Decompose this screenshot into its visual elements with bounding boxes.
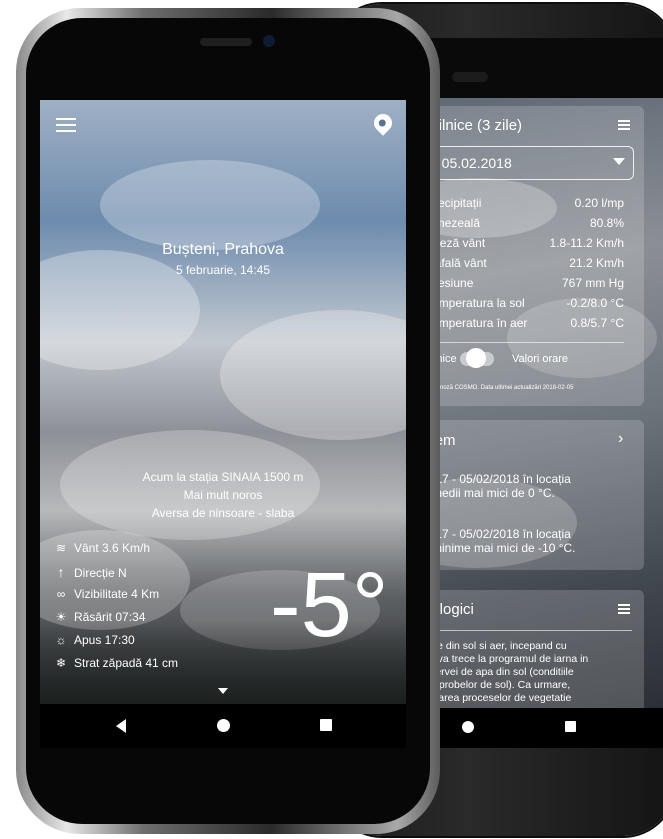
menu-icon[interactable] [56, 118, 76, 132]
recents-button[interactable] [320, 719, 332, 731]
forecast-row: Precipitații 0.20 l/mp [412, 196, 624, 216]
recents-button[interactable] [565, 721, 576, 732]
forecast-row: Temperatura în aer 0.8/5.7 °C [412, 316, 624, 336]
list-icon[interactable] [618, 604, 630, 615]
extreme-paragraph-1: 1/2017 - 05/02/2018 în locația turi medi… [412, 472, 571, 500]
chevron-right-icon: › [618, 430, 624, 447]
precipitation-condition: Aversa de ninsoare - slaba [151, 506, 295, 520]
arrow-up-icon: ↑ [57, 564, 65, 580]
location-name: Bușteni, Prahova [162, 241, 284, 258]
forecast-row-value: 767 mm Hg [561, 276, 624, 290]
chevron-down-icon[interactable] [218, 688, 228, 694]
card-divider [412, 342, 624, 343]
extreme-paragraph-2: 2/2017 - 05/02/2018 în locația turi mini… [412, 527, 576, 555]
front-phone-speaker [200, 38, 252, 46]
forecast-row-value: -0.2/8.0 °C [566, 296, 625, 310]
home-button[interactable] [462, 721, 474, 733]
forecast-row-value: 0.8/5.7 °C [570, 316, 625, 330]
detail-text: Vizibilitate 4 Km [74, 587, 160, 601]
list-icon[interactable] [618, 120, 630, 131]
detail-sunrise: ☀ Răsărit 07:34 [52, 610, 146, 628]
detail-sunset: ☼ Apus 17:30 [52, 633, 135, 651]
snowflake-icon: ❄ [55, 656, 67, 670]
binoculars-icon: ∞ [56, 587, 66, 601]
detail-text: Strat zăpadă 41 cm [74, 656, 179, 670]
sky-condition: Mai mult noros [183, 488, 263, 502]
detail-text: Apus 17:30 [74, 633, 135, 647]
back-phone-speaker [452, 72, 488, 82]
toggle-right-label: Valori orare [512, 353, 569, 365]
station-info: Acum la stația SINAIA 1500 m [142, 470, 304, 484]
observation-datetime: 5 februarie, 14:45 [175, 263, 271, 277]
date-select[interactable]: ni, 05.02.2018 [410, 146, 634, 180]
forecast-row-value: 0.20 l/mp [574, 196, 624, 210]
forecast-row: Presiune 767 mm Hg [412, 276, 624, 296]
forecast-row: Umezeală 80.8% [412, 216, 624, 236]
chevron-down-icon [613, 158, 625, 165]
detail-text: Vânt 3.6 Km/h [74, 541, 151, 555]
front-phone-navbar [40, 704, 406, 748]
current-temperature: -5° [270, 554, 389, 656]
back-button[interactable] [116, 719, 126, 733]
wind-icon: ≋ [55, 541, 67, 555]
detail-direction: ↑ Direcție N [52, 564, 127, 582]
front-camera [263, 35, 275, 47]
forecast-row-value: 1.8-11.2 Km/h [549, 236, 624, 250]
forecast-row-value: 80.8% [589, 216, 624, 230]
detail-visibility: ∞ Vizibilitate 4 Km [52, 587, 159, 605]
sunrise-icon: ☀ [55, 610, 67, 624]
agro-text: cazute din sol si aer, incepand cu 7, se… [412, 640, 589, 704]
forecast-row: Viteză vânt 1.8-11.2 Km/h [412, 236, 624, 256]
card-divider [412, 630, 632, 631]
detail-text: Direcție N [74, 566, 127, 580]
forecast-row-label: Temperatura în aer [426, 316, 528, 330]
detail-snow: ❄ Strat zăpadă 41 cm [52, 656, 178, 674]
forecast-row-value: 21.2 Km/h [569, 256, 624, 270]
detail-text: Răsărit 07:34 [74, 610, 146, 624]
detail-wind: ≋ Vânt 3.6 Km/h [52, 541, 150, 559]
forecast-footnote: prognoză COSMO. Data ultimei actualizări… [428, 385, 574, 391]
forecast-row: Temperatura la sol -0.2/8.0 °C [412, 296, 624, 316]
home-button[interactable] [217, 719, 230, 732]
forecast-row: Rafală vânt 21.2 Km/h [412, 256, 624, 276]
sunset-icon: ☼ [55, 633, 67, 647]
toggle-knob[interactable] [466, 348, 486, 368]
forecast-row-label: Temperatura la sol [426, 296, 525, 310]
